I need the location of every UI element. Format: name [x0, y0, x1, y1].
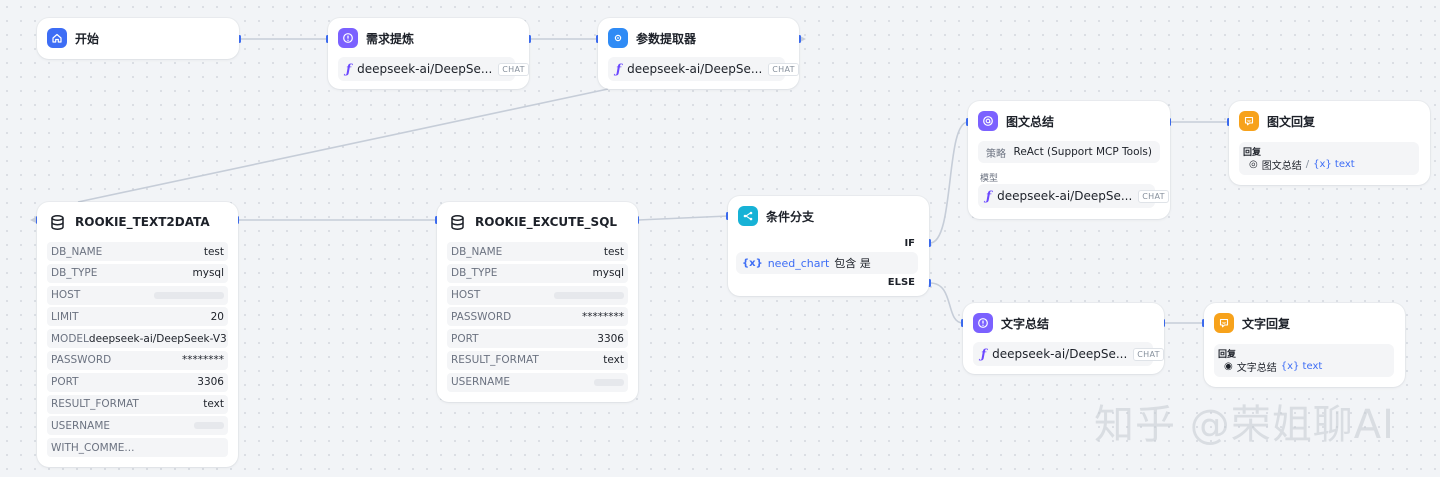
node-execute-sql[interactable]: ROOKIE_EXCUTE_SQL DB_NAME test DB_TYPE mys…: [437, 202, 638, 402]
ref-variable: {x} text: [1280, 361, 1323, 372]
ref-separator: /: [1305, 159, 1310, 170]
node-title: 文字回复: [1242, 316, 1291, 331]
param-row: PORT 3306: [47, 372, 228, 392]
agent-icon: [978, 111, 998, 131]
llm-icon: [338, 28, 358, 48]
agent-small-icon: ◎: [1249, 159, 1258, 170]
reply-reference: ◎ 图文总结 / {x} text: [1249, 157, 1355, 172]
condition-variable: need_chart: [767, 256, 830, 270]
model-name: deepseek-ai/DeepSe...: [627, 62, 763, 76]
param-row: USERNAME: [447, 372, 628, 392]
param-row: USERNAME: [47, 416, 228, 436]
param-row: DB_NAME test: [447, 242, 628, 261]
model-selector[interactable]: ƒ deepseek-ai/DeepSe... CHAT: [978, 184, 1169, 208]
ref-variable: {x} text: [1313, 159, 1355, 170]
ref-node-name: 文字总结: [1236, 363, 1277, 374]
variable-icon: {x}: [742, 257, 763, 269]
reply-content[interactable]: 回复 ◉ 文字总结 {x} text: [1214, 344, 1394, 377]
llm-small-icon: ◉: [1224, 361, 1233, 372]
edge-param-text2data: [77, 88, 609, 203]
node-title: 参数提取器: [636, 31, 697, 46]
node-image-summary[interactable]: 图文总结 策略 ReAct (Support MCP Tools) 模型 ƒ d…: [968, 101, 1170, 219]
node-title: ROOKIE_EXCUTE_SQL: [475, 215, 618, 229]
reply-reference: ◉ 文字总结 {x} text: [1224, 359, 1322, 374]
node-start[interactable]: 开始: [37, 18, 239, 59]
node-text-reply[interactable]: 文字回复 回复 ◉ 文字总结 {x} text: [1204, 303, 1405, 387]
param-row: WITH_COMME...: [47, 438, 228, 458]
database-icon: [47, 212, 67, 232]
model-selector[interactable]: ƒ deepseek-ai/DeepSe... CHAT: [608, 57, 799, 81]
strategy-label: 策略: [986, 148, 1006, 160]
param-row: HOST: [447, 285, 628, 305]
node-title: 开始: [75, 31, 100, 46]
condition-row[interactable]: {x} need_chart 包含 是: [736, 252, 918, 274]
node-requirement[interactable]: 需求提炼 ƒ deepseek-ai/DeepSe... CHAT: [328, 18, 529, 89]
param-row: RESULT_FORMAT text: [447, 350, 628, 370]
ref-node-name: 图文总结: [1261, 161, 1302, 172]
node-title: 需求提炼: [366, 31, 415, 46]
node-branch[interactable]: 条件分支 IF {x} need_chart 包含 是 ELSE: [728, 196, 929, 296]
branch-icon: [738, 206, 758, 226]
model-tag: CHAT: [1138, 189, 1169, 203]
watermark: 知乎 @荣姐聊AI: [1094, 402, 1395, 448]
param-list: DB_NAME test DB_TYPE mysql HOST PASSWORD **…: [447, 242, 628, 395]
model-selector[interactable]: ƒ deepseek-ai/DeepSe... CHAT: [973, 342, 1164, 366]
function-icon: ƒ: [981, 347, 987, 361]
function-icon: ƒ: [986, 189, 992, 203]
param-row: PASSWORD ********: [447, 307, 628, 327]
else-label: ELSE: [887, 277, 915, 288]
redacted-value: [194, 422, 224, 430]
node-title: 图文总结: [1006, 114, 1055, 129]
model-tag: CHAT: [768, 62, 799, 76]
param-row: DB_TYPE mysql: [447, 263, 628, 283]
reply-content[interactable]: 回复 ◎ 图文总结 / {x} text: [1239, 142, 1419, 175]
node-image-reply[interactable]: 图文回复 回复 ◎ 图文总结 / {x} text: [1229, 101, 1430, 185]
node-title: ROOKIE_TEXT2DATA: [75, 215, 210, 229]
node-title: 文字总结: [1001, 316, 1050, 331]
redacted-value: [154, 291, 224, 299]
strategy-value: ReAct (Support MCP Tools): [1013, 146, 1152, 158]
model-label: 模型: [980, 174, 999, 184]
model-name: deepseek-ai/DeepSe...: [357, 62, 493, 76]
llm-icon: [973, 313, 993, 333]
param-row: DB_NAME test: [47, 242, 228, 261]
model-name: deepseek-ai/DeepSe...: [997, 189, 1133, 203]
param-row: MODEL deepseek-ai/DeepSeek-V3: [47, 329, 228, 349]
edge-executesql-branch: [637, 215, 729, 221]
extractor-icon: [608, 28, 628, 48]
node-title: 图文回复: [1267, 114, 1316, 129]
param-row: PASSWORD ********: [47, 350, 228, 370]
function-icon: ƒ: [616, 62, 622, 76]
param-row: HOST: [47, 285, 228, 305]
model-selector[interactable]: ƒ deepseek-ai/DeepSe... CHAT: [338, 57, 529, 81]
node-param-extractor[interactable]: 参数提取器 ƒ deepseek-ai/DeepSe... CHAT: [598, 18, 799, 89]
strategy-row[interactable]: 策略 ReAct (Support MCP Tools): [978, 141, 1160, 163]
param-row: LIMIT 20: [47, 307, 228, 327]
if-label: IF: [904, 238, 915, 249]
reply-icon: [1214, 313, 1234, 333]
redacted-value: [594, 378, 624, 386]
param-row: RESULT_FORMAT text: [47, 394, 228, 414]
edge-branch-if: [929, 121, 969, 244]
edge-branch-else: [929, 282, 964, 324]
reply-icon: [1239, 111, 1259, 131]
node-text2data[interactable]: ROOKIE_TEXT2DATA DB_NAME test DB_TYPE mysq…: [37, 202, 238, 467]
param-row: PORT 3306: [447, 329, 628, 349]
param-list: DB_NAME test DB_TYPE mysql HOST LIMIT 20 MO…: [47, 242, 228, 460]
node-title: 条件分支: [766, 209, 815, 224]
redacted-value: [554, 291, 624, 299]
database-icon: [447, 212, 467, 232]
model-tag: CHAT: [1133, 347, 1164, 361]
model-name: deepseek-ai/DeepSe...: [992, 347, 1128, 361]
home-icon: [47, 28, 67, 48]
model-tag: CHAT: [498, 62, 529, 76]
function-icon: ƒ: [346, 62, 352, 76]
node-text-summary[interactable]: 文字总结 ƒ deepseek-ai/DeepSe... CHAT: [963, 303, 1164, 374]
condition-operator: 包含 是: [834, 257, 871, 270]
param-row: DB_TYPE mysql: [47, 263, 228, 283]
